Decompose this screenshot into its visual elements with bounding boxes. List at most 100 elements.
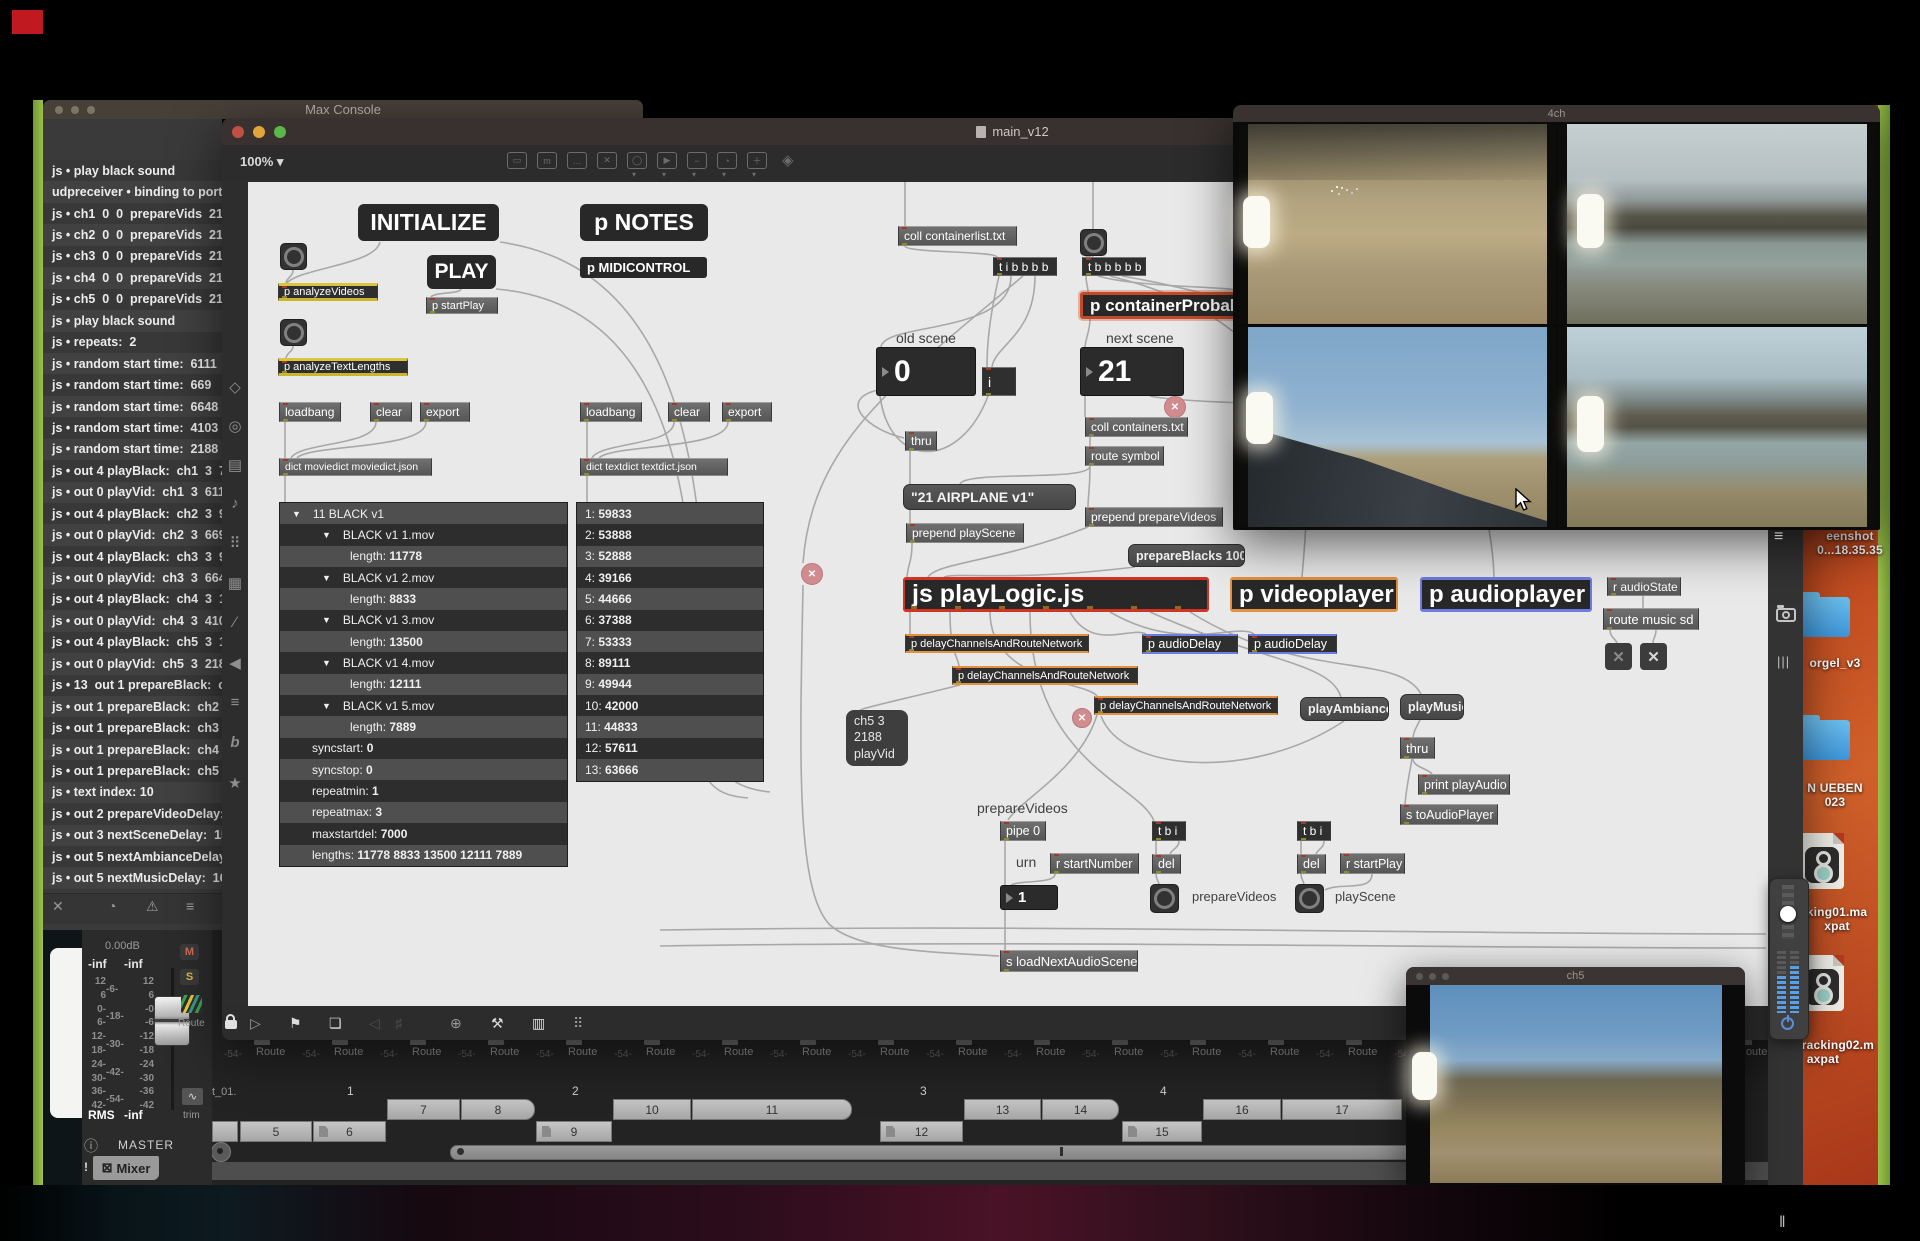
timeline-clip[interactable]: 6 bbox=[313, 1121, 386, 1142]
list-row[interactable]: ▼BLACK v1 1.mov bbox=[280, 524, 567, 545]
p-audiodelay[interactable]: p audioDelay bbox=[1142, 634, 1238, 654]
export-button[interactable]: export bbox=[722, 402, 772, 422]
timeline-clip[interactable]: 10 bbox=[613, 1099, 691, 1120]
int-object[interactable]: i bbox=[982, 367, 1016, 396]
piano-icon[interactable]: ▥ bbox=[532, 1015, 545, 1032]
console-window-buttons[interactable] bbox=[55, 106, 95, 114]
list-row[interactable]: ▼BLACK v1 3.mov bbox=[280, 610, 567, 631]
list-row[interactable]: length: 8833 bbox=[280, 588, 567, 609]
message-playmusic[interactable]: playMusic bbox=[1400, 694, 1464, 720]
timeline-clip[interactable]: 17 bbox=[1282, 1099, 1402, 1120]
message-playambiance[interactable]: playAmbiance bbox=[1300, 697, 1389, 721]
s-loadnextaudioscene[interactable]: s loadNextAudioScene bbox=[1000, 950, 1138, 972]
layers-icon[interactable]: ❏ bbox=[329, 1015, 342, 1032]
t-b-i[interactable]: t b i bbox=[1297, 821, 1331, 841]
loadbang[interactable]: loadbang bbox=[279, 402, 341, 422]
list-row[interactable]: 8: 89111 bbox=[577, 652, 763, 673]
zoom-level-dropdown[interactable]: 100% ▾ bbox=[240, 154, 283, 170]
loadbang[interactable]: loadbang bbox=[580, 402, 642, 422]
presentation-icon[interactable]: ⚑ bbox=[289, 1015, 302, 1032]
list-row[interactable]: 4: 39166 bbox=[577, 567, 763, 588]
timeline-clip[interactable]: 13 bbox=[964, 1099, 1041, 1120]
coll-containerlist[interactable]: coll containerlist.txt bbox=[898, 226, 1017, 246]
prepend-playscene[interactable]: prepend playScene bbox=[906, 523, 1024, 543]
play-button[interactable]: PLAY bbox=[427, 255, 496, 289]
button-icon[interactable]: ✕ bbox=[597, 152, 617, 169]
list-row[interactable]: ▼BLACK v1 5.mov bbox=[280, 695, 567, 716]
folder-icon[interactable] bbox=[1798, 720, 1850, 760]
list-row[interactable]: ▼BLACK v1 2.mov bbox=[280, 567, 567, 588]
timeline-clip[interactable] bbox=[212, 1121, 238, 1142]
js-playlogic[interactable]: js playLogic.js bbox=[903, 577, 1209, 612]
video-grid-titlebar[interactable]: 4ch bbox=[1233, 105, 1880, 122]
attach-icon[interactable]: ⊕ bbox=[450, 1015, 462, 1032]
pipe-object[interactable]: pipe 0 bbox=[1000, 821, 1046, 841]
dial-icon[interactable]: ◔ bbox=[717, 152, 737, 169]
toggle[interactable] bbox=[1150, 884, 1179, 913]
volume-slider-knob[interactable] bbox=[1780, 906, 1796, 922]
route-music-sd[interactable]: route music sd bbox=[1603, 608, 1699, 630]
thru[interactable]: thru bbox=[905, 431, 937, 451]
list-row[interactable]: 10: 42000 bbox=[577, 695, 763, 716]
camera-icon[interactable] bbox=[1776, 608, 1796, 622]
timeline-scroll-home-button[interactable] bbox=[211, 1142, 231, 1162]
x-button[interactable]: ✕ bbox=[1640, 643, 1667, 670]
list-row[interactable]: length: 12111 bbox=[280, 674, 567, 695]
list-row[interactable]: length: 7889 bbox=[280, 716, 567, 737]
mute-indicator[interactable] bbox=[1072, 708, 1092, 728]
window-buttons[interactable] bbox=[1416, 973, 1449, 980]
timeline-clip[interactable]: 7 bbox=[387, 1099, 460, 1120]
coll-containers[interactable]: coll containers.txt bbox=[1085, 417, 1188, 437]
folder-icon[interactable] bbox=[1798, 597, 1850, 637]
list-row[interactable]: 2: 53888 bbox=[577, 524, 763, 545]
add-object-icon[interactable]: ＋ bbox=[747, 152, 767, 169]
close-icon[interactable]: ✕ bbox=[52, 898, 64, 915]
pencil-icon[interactable]: ∕ bbox=[222, 614, 248, 631]
message-airplane[interactable]: "21 AIRPLANE v1" bbox=[903, 484, 1076, 510]
keyboard-icon[interactable]: ⠿ bbox=[573, 1015, 583, 1032]
p-audioplayer[interactable]: p audioplayer bbox=[1420, 577, 1592, 612]
mute-indicator[interactable] bbox=[1164, 396, 1186, 418]
timeline-clip[interactable]: 12 bbox=[880, 1121, 963, 1142]
r-startnumber[interactable]: r startNumber bbox=[1050, 853, 1139, 874]
clear-button[interactable]: clear bbox=[370, 402, 412, 422]
clear-button[interactable]: clear bbox=[668, 402, 710, 422]
number-box-icon[interactable]: − bbox=[687, 152, 707, 169]
record-icon[interactable]: ◎ bbox=[222, 417, 248, 435]
p-containerprobabilities[interactable]: p containerProbabiliti bbox=[1080, 292, 1258, 319]
list-row[interactable]: lengths: 11778 8833 13500 12111 7889 bbox=[280, 845, 567, 866]
list-row[interactable]: maxstartdel: 7000 bbox=[280, 823, 567, 844]
star-icon[interactable]: ★ bbox=[222, 774, 248, 792]
toggle[interactable] bbox=[280, 319, 307, 346]
toggle[interactable] bbox=[1080, 229, 1107, 256]
desktop-file-screenshot[interactable]: eenshot0...18.35.35 bbox=[1795, 529, 1905, 557]
toggle-icon[interactable]: ◯ bbox=[627, 152, 647, 169]
music-note-icon[interactable]: ♪ bbox=[222, 495, 248, 512]
playbar-icon[interactable]: ▶ bbox=[657, 152, 677, 169]
list-row[interactable]: length: 11778 bbox=[280, 546, 567, 567]
movie-dict-list[interactable]: ▼11 BLACK v1▼BLACK v1 1.movlength: 11778… bbox=[279, 502, 568, 867]
paint-bucket-icon[interactable]: ◈ bbox=[782, 151, 794, 169]
prepend-preparevideos[interactable]: prepend prepareVideos bbox=[1085, 507, 1223, 527]
t-b-b-b-b-b[interactable]: t b b b b b bbox=[1082, 257, 1146, 276]
p-audiodelay[interactable]: p audioDelay bbox=[1248, 634, 1337, 654]
object-box-icon[interactable]: m bbox=[537, 152, 557, 169]
info-icon[interactable]: ⓘ bbox=[84, 1136, 98, 1156]
list-row[interactable]: 13: 63666 bbox=[577, 759, 763, 780]
clock-icon[interactable]: ◔ bbox=[108, 898, 116, 914]
power-icon[interactable] bbox=[1781, 1017, 1794, 1030]
s-toaudioplayer[interactable]: s toAudioPlayer bbox=[1400, 804, 1498, 825]
solo-button[interactable]: S bbox=[180, 969, 199, 985]
mute-indicator[interactable] bbox=[801, 563, 823, 585]
patcher-cube-icon[interactable]: ◇ bbox=[222, 378, 248, 396]
list-row[interactable]: 9: 49944 bbox=[577, 674, 763, 695]
p-midicontrol[interactable]: p MIDICONTROL bbox=[580, 257, 707, 278]
timeline-clip[interactable]: 14 bbox=[1042, 1099, 1119, 1120]
filters-icon[interactable]: ≡ bbox=[222, 694, 248, 711]
route-icon[interactable] bbox=[181, 995, 202, 1013]
list-row[interactable]: length: 13500 bbox=[280, 631, 567, 652]
p-delaychannels[interactable]: p delayChannelsAndRouteNetwork bbox=[905, 634, 1089, 653]
timeline-clip[interactable]: 5 bbox=[240, 1121, 312, 1142]
list-row[interactable]: ▼BLACK v1 4.mov bbox=[280, 652, 567, 673]
r-audiostate[interactable]: r audioState bbox=[1607, 577, 1681, 596]
